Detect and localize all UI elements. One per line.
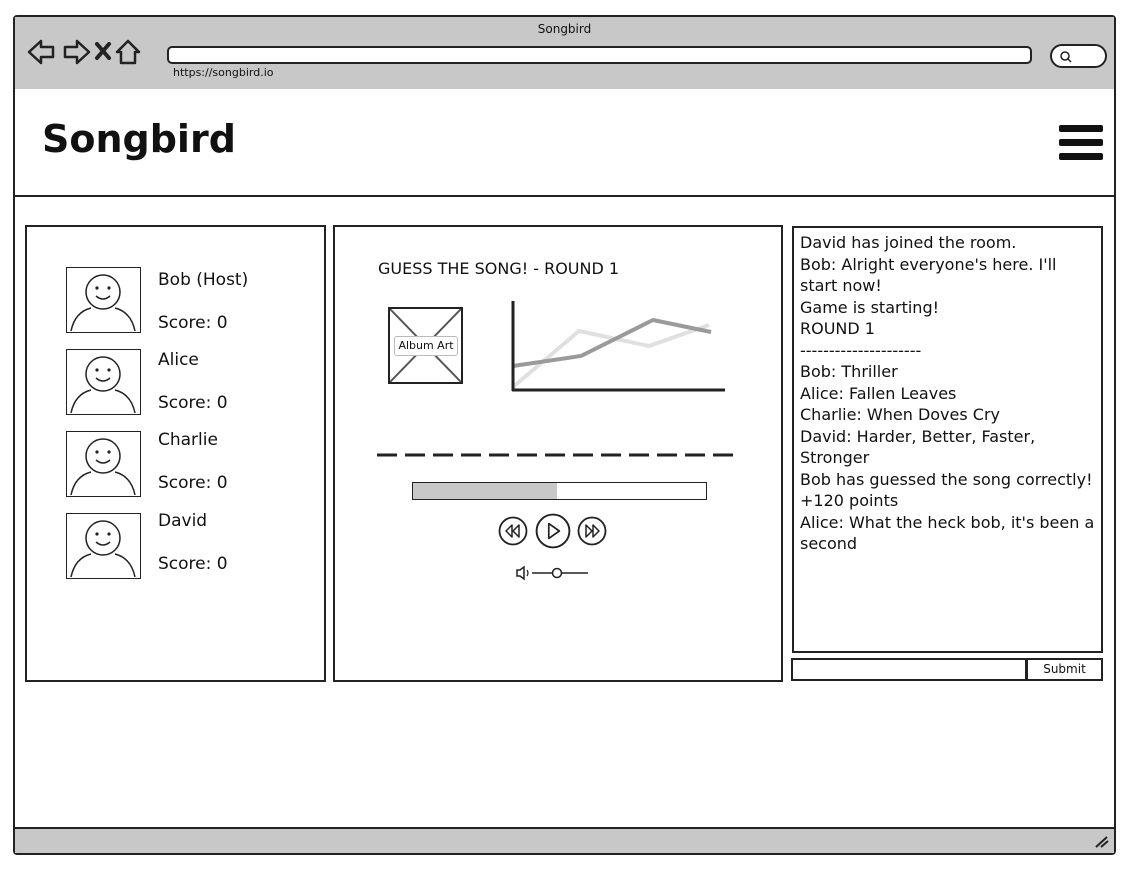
rewind-icon[interactable] bbox=[498, 516, 528, 546]
status-bar bbox=[15, 827, 1114, 853]
chat-message: ROUND 1 bbox=[800, 319, 875, 338]
fast-forward-icon[interactable] bbox=[577, 516, 607, 546]
chat-message: David has joined the room. bbox=[800, 233, 1017, 252]
chat-input[interactable] bbox=[791, 658, 1027, 681]
volume-icon[interactable] bbox=[515, 565, 533, 581]
chat-message: David: Harder, Better, Faster, Stronger bbox=[800, 426, 1041, 468]
nav-buttons bbox=[27, 35, 157, 69]
round-title: GUESS THE SONG! - ROUND 1 bbox=[378, 259, 620, 278]
avatar bbox=[66, 267, 141, 333]
submit-button[interactable]: Submit bbox=[1026, 658, 1103, 681]
album-art-label: Album Art bbox=[394, 336, 458, 356]
chat-message: Alice: Fallen Leaves bbox=[800, 383, 957, 403]
address-bar[interactable] bbox=[167, 46, 1032, 64]
chat-message: Bob: Alright everyone's here. I'll start… bbox=[800, 254, 1062, 296]
volume-slider[interactable] bbox=[532, 566, 590, 580]
avatar bbox=[66, 513, 141, 579]
player-name: Alice bbox=[158, 350, 199, 370]
player-score: Score: 0 bbox=[158, 313, 228, 333]
player-name: Charlie bbox=[158, 430, 218, 450]
song-progress-fill bbox=[413, 483, 557, 499]
chat-message: Bob: Thriller bbox=[800, 362, 898, 381]
players-panel: Bob (Host) Score: 0 Alice Score: 0 Charl… bbox=[25, 225, 326, 682]
chat-log: David has joined the room. Bob: Alright … bbox=[792, 226, 1103, 653]
album-art: Album Art bbox=[388, 307, 463, 384]
chat-message: --------------------- bbox=[800, 340, 922, 360]
audio-graph-placeholder bbox=[511, 301, 725, 392]
answer-blanks bbox=[377, 453, 741, 457]
player-name: David bbox=[158, 511, 208, 531]
avatar bbox=[66, 349, 141, 415]
url-text: https://songbird.io bbox=[173, 66, 274, 79]
search-icon bbox=[1060, 51, 1072, 63]
chat-message: Bob has guessed the song correctly! +120… bbox=[800, 469, 1098, 511]
player-name: Bob (Host) bbox=[158, 270, 249, 290]
browser-chrome: Songbird https://songbird.io bbox=[15, 17, 1114, 91]
player-score: Score: 0 bbox=[158, 473, 228, 493]
home-icon[interactable] bbox=[115, 39, 141, 65]
player-score: Score: 0 bbox=[158, 393, 228, 413]
chat-message: Alice: What the heck bob, it's been a se… bbox=[800, 512, 1100, 554]
player-score: Score: 0 bbox=[158, 554, 228, 574]
play-icon[interactable] bbox=[535, 513, 571, 549]
forward-icon[interactable] bbox=[63, 39, 91, 65]
search-field[interactable] bbox=[1050, 44, 1107, 68]
stop-icon[interactable] bbox=[95, 42, 111, 60]
song-progress-bar[interactable] bbox=[412, 482, 707, 500]
chat-message: Game is starting! bbox=[800, 297, 940, 317]
chat-message: Charlie: When Doves Cry bbox=[800, 405, 1000, 424]
window-title: Songbird bbox=[537, 22, 592, 36]
avatar bbox=[66, 431, 141, 497]
game-panel: GUESS THE SONG! - ROUND 1 Album Art bbox=[333, 225, 783, 682]
hamburger-menu-icon[interactable] bbox=[1059, 123, 1103, 161]
back-icon[interactable] bbox=[27, 39, 55, 65]
resize-grip-icon[interactable] bbox=[1093, 834, 1109, 848]
app-title: Songbird bbox=[42, 117, 236, 161]
app-header: Songbird bbox=[15, 89, 1114, 197]
